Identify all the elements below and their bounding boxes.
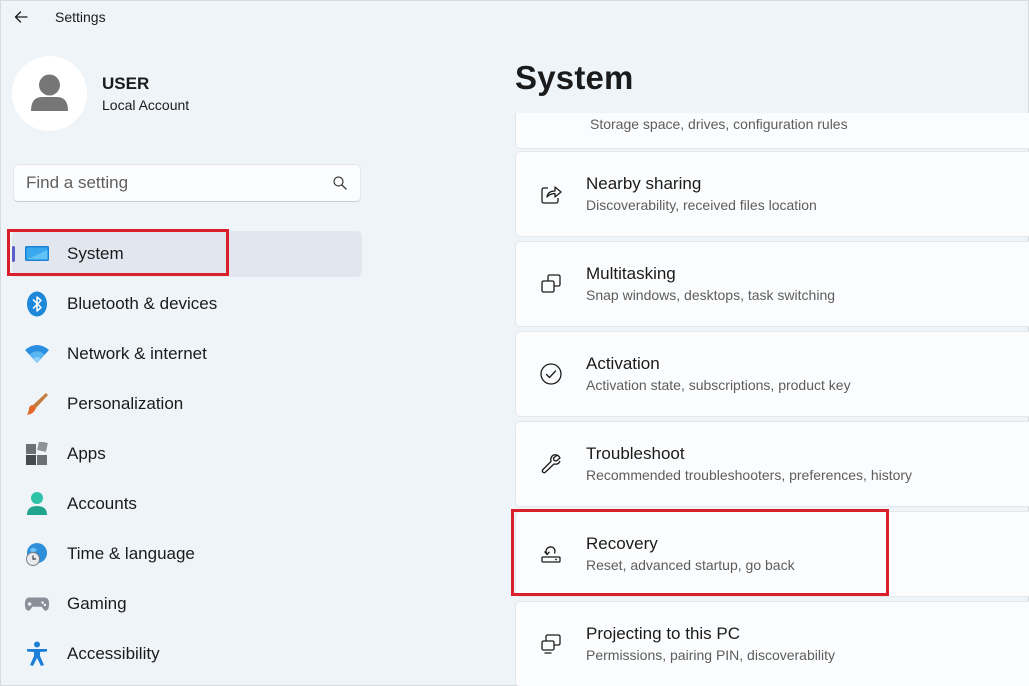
settings-card-projecting[interactable]: Projecting to this PC Permissions, pairi… (515, 601, 1029, 686)
sidebar-item-personalization[interactable]: Personalization (12, 381, 362, 427)
sidebar-item-label: Network & internet (67, 344, 207, 363)
sidebar-item-bluetooth[interactable]: Bluetooth & devices (12, 281, 362, 327)
sidebar-item-accessibility[interactable]: Accessibility (12, 631, 362, 677)
user-name: USER (102, 73, 150, 93)
recovery-icon (538, 541, 564, 567)
page-title: System (515, 59, 634, 96)
settings-card-multitasking[interactable]: Multitasking Snap windows, desktops, tas… (515, 241, 1029, 327)
projecting-icon (538, 631, 564, 657)
settings-card-activation[interactable]: Activation Activation state, subscriptio… (515, 331, 1029, 417)
card-subtitle: Activation state, subscriptions, product… (586, 377, 851, 393)
apps-icon (24, 441, 50, 467)
sidebar-item-gaming[interactable]: Gaming (12, 581, 362, 627)
card-title: Activation (586, 354, 660, 373)
card-subtitle: Discoverability, received files location (586, 197, 817, 213)
sidebar-item-label: Accessibility (67, 644, 160, 663)
card-subtitle: Reset, advanced startup, go back (586, 557, 795, 573)
settings-card-storage[interactable]: Storage space, drives, configuration rul… (515, 113, 1029, 149)
multitask-icon (538, 271, 564, 297)
sidebar-item-label: Gaming (67, 594, 127, 613)
card-title: Troubleshoot (586, 444, 685, 463)
checkmark-circle-icon (538, 361, 564, 387)
avatar (12, 56, 87, 131)
search-input[interactable] (14, 173, 320, 193)
bluetooth-icon (24, 291, 50, 317)
sidebar-item-label: Personalization (67, 394, 184, 413)
card-title: Multitasking (586, 264, 676, 283)
card-title: Recovery (586, 534, 658, 553)
wrench-icon (538, 451, 564, 477)
person-icon (24, 491, 50, 517)
card-subtitle: Snap windows, desktops, task switching (586, 287, 836, 303)
accessibility-icon (24, 641, 50, 667)
sidebar: USER Local Account System (1, 33, 373, 686)
system-icon (24, 241, 50, 267)
share-icon (538, 181, 564, 207)
card-title: Projecting to this PC (586, 624, 741, 643)
settings-card-recovery[interactable]: Recovery Reset, advanced startup, go bac… (515, 511, 1029, 597)
settings-list: Storage space, drives, configuration rul… (515, 113, 1029, 686)
title-bar: Settings (1, 1, 1029, 33)
account-type: Local Account (102, 96, 190, 113)
paintbrush-icon (24, 391, 50, 417)
sidebar-item-label: Time & language (67, 544, 195, 563)
settings-card-nearby-sharing[interactable]: Nearby sharing Discoverability, received… (515, 151, 1029, 237)
sidebar-item-network[interactable]: Network & internet (12, 331, 362, 377)
globe-clock-icon (24, 541, 50, 567)
sidebar-item-time-language[interactable]: Time & language (12, 531, 362, 577)
sidebar-item-apps[interactable]: Apps (12, 431, 362, 477)
user-profile[interactable]: USER Local Account (12, 56, 189, 131)
card-title: Nearby sharing (586, 174, 702, 193)
back-arrow-icon (14, 11, 28, 23)
gamepad-icon (24, 591, 50, 617)
sidebar-item-system[interactable]: System (12, 231, 362, 277)
card-subtitle: Permissions, pairing PIN, discoverabilit… (586, 647, 835, 663)
sidebar-item-label: Bluetooth & devices (67, 294, 218, 313)
person-avatar-icon (31, 74, 68, 111)
wifi-icon (24, 341, 50, 367)
search-icon[interactable] (320, 175, 360, 191)
sidebar-item-label: Accounts (67, 494, 137, 513)
sidebar-item-label: Apps (67, 444, 106, 463)
settings-card-troubleshoot[interactable]: Troubleshoot Recommended troubleshooters… (515, 421, 1029, 507)
window-title: Settings (55, 9, 106, 25)
card-subtitle: Recommended troubleshooters, preferences… (586, 467, 913, 483)
back-button[interactable] (3, 1, 39, 33)
sidebar-item-label: System (67, 244, 124, 263)
sidebar-item-accounts[interactable]: Accounts (12, 481, 362, 527)
sidebar-nav: System Bluetooth & devices Network & int… (12, 231, 362, 681)
card-subtitle: Storage space, drives, configuration rul… (590, 116, 848, 132)
search-box[interactable] (13, 164, 361, 202)
